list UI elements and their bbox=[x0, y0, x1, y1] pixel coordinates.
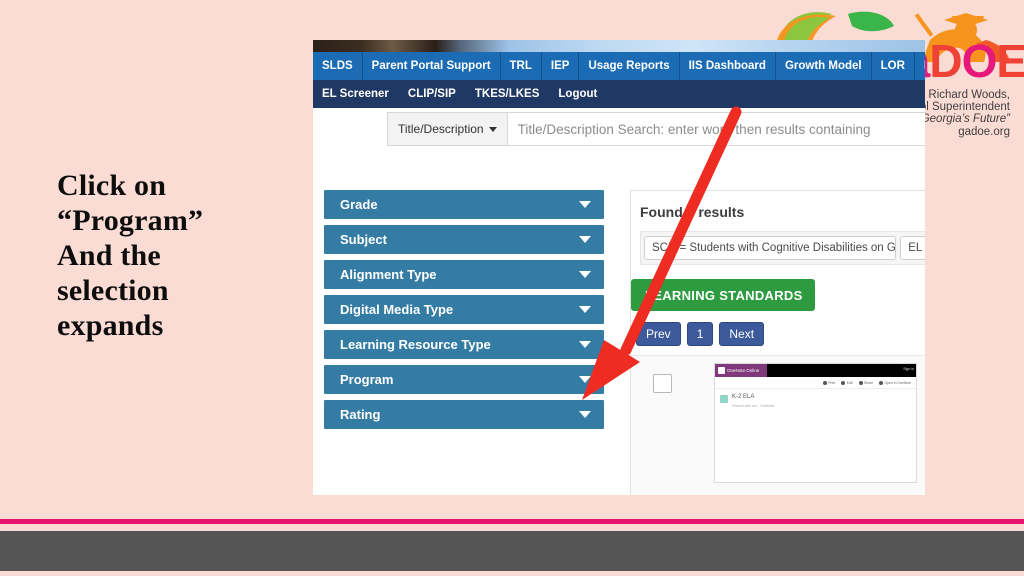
pagination-next-button[interactable]: Next bbox=[719, 322, 765, 346]
nav-item-tkes-lkes[interactable]: TKES/LKES bbox=[466, 80, 550, 108]
primary-navbar: SLDS Parent Portal Support TRL IEP Usage… bbox=[313, 52, 925, 80]
onenote-brand-label: OneNote Online bbox=[727, 368, 760, 373]
pagination-prev-button[interactable]: Prev bbox=[636, 322, 681, 346]
learning-standards-button[interactable]: LEARNING STANDARDS bbox=[631, 279, 831, 311]
chevron-down-icon bbox=[579, 271, 591, 278]
thumbnail-ribbon: Print Edit Share Open in OneNote bbox=[715, 377, 916, 388]
search-scope-label: Title/Description bbox=[398, 122, 484, 136]
filter-tag-label: EL bbox=[908, 242, 923, 254]
pagination-page-1-button[interactable]: 1 bbox=[686, 322, 714, 346]
nav-item-logout[interactable]: Logout bbox=[549, 80, 608, 108]
sidebar-item-rating[interactable]: Rating bbox=[324, 400, 604, 429]
thumbnail-signin-link: Sign in bbox=[903, 367, 914, 371]
application-window: SLDS Parent Portal Support TRL IEP Usage… bbox=[313, 40, 925, 495]
open-icon bbox=[879, 380, 884, 385]
sidebar-item-digital-media-type[interactable]: Digital Media Type bbox=[324, 295, 604, 324]
nav-item-growth-model[interactable]: Growth Model bbox=[776, 52, 872, 80]
learning-standards-label: LEARNING STANDARDS bbox=[645, 287, 803, 303]
ribbon-print: Print bbox=[822, 380, 836, 385]
nav-item-trl[interactable]: TRL bbox=[501, 52, 542, 80]
sidebar-item-alignment-type[interactable]: Alignment Type bbox=[324, 260, 604, 289]
result-thumbnail[interactable]: OneNote Online Sign in Print Edit Share … bbox=[714, 363, 917, 483]
sidebar-item-program[interactable]: Program bbox=[324, 365, 604, 394]
wordmark-d: D bbox=[929, 35, 962, 87]
chevron-down-icon bbox=[579, 201, 591, 208]
instruction-line-3: And the bbox=[57, 239, 161, 273]
content-area: Grade Subject Alignment Type Digital Med… bbox=[313, 164, 925, 495]
onenote-brand: OneNote Online bbox=[715, 364, 767, 377]
nav-item-slds[interactable]: SLDS bbox=[313, 52, 363, 80]
instruction-line-5: expands bbox=[57, 309, 164, 343]
chevron-down-icon bbox=[579, 306, 591, 313]
chevron-down-icon bbox=[818, 291, 831, 299]
result-checkbox[interactable] bbox=[653, 374, 672, 393]
thumbnail-title: K-2 ELA bbox=[732, 394, 755, 400]
chevron-down-icon bbox=[579, 411, 591, 418]
filter-tag[interactable]: SCD = Students with Cognitive Disabiliti… bbox=[644, 236, 897, 260]
nav-item-la[interactable]: L A bbox=[915, 52, 925, 80]
instruction-line-4: selection bbox=[57, 274, 169, 308]
chevron-down-icon bbox=[579, 341, 591, 348]
share-icon bbox=[858, 380, 863, 385]
chevron-down-icon bbox=[488, 126, 497, 132]
sidebar-item-label: Grade bbox=[340, 197, 378, 212]
edit-icon bbox=[841, 380, 846, 385]
sidebar-item-label: Learning Resource Type bbox=[340, 337, 491, 352]
ribbon-share: Share bbox=[858, 380, 874, 385]
thumbnail-titlebar: OneNote Online Sign in bbox=[715, 364, 916, 377]
pagination: Prev 1 Next bbox=[636, 322, 765, 346]
sidebar-item-label: Digital Media Type bbox=[340, 302, 454, 317]
page-banner-image bbox=[313, 40, 925, 52]
instruction-line-1: Click on bbox=[57, 169, 167, 202]
results-panel: Found 0 results SCD = Students with Cogn… bbox=[630, 190, 925, 495]
print-icon bbox=[822, 380, 827, 385]
secondary-navbar: EL Screener CLIP/SIP TKES/LKES Logout bbox=[313, 80, 925, 108]
instruction-line-2: “Program” bbox=[57, 204, 204, 238]
nav-item-el-screener[interactable]: EL Screener bbox=[313, 80, 399, 108]
ribbon-label: Share bbox=[864, 380, 874, 385]
sidebar-item-label: Subject bbox=[340, 232, 387, 247]
active-filter-tags: SCD = Students with Cognitive Disabiliti… bbox=[640, 231, 925, 265]
ribbon-label: Edit bbox=[846, 380, 853, 385]
sidebar-item-label: Alignment Type bbox=[340, 267, 437, 282]
search-bar: Title/Description Title/Description Sear… bbox=[387, 112, 925, 146]
slide: Click on “Program” And the selection exp… bbox=[0, 0, 1024, 576]
footer-accent-bar bbox=[0, 519, 1024, 524]
footer-bar bbox=[0, 531, 1024, 571]
result-card[interactable]: OneNote Online Sign in Print Edit Share … bbox=[631, 355, 925, 495]
search-scope-dropdown[interactable]: Title/Description bbox=[387, 112, 507, 146]
search-input[interactable]: Title/Description Search: enter word the… bbox=[506, 112, 925, 146]
ribbon-edit: Edit bbox=[841, 380, 853, 385]
results-count: Found 0 results bbox=[640, 204, 745, 220]
nav-item-iep[interactable]: IEP bbox=[542, 52, 580, 80]
onenote-icon bbox=[718, 367, 725, 374]
notebook-section-icon bbox=[720, 395, 728, 403]
ribbon-label: Open in OneNote bbox=[884, 380, 911, 385]
nav-item-parent-portal-support[interactable]: Parent Portal Support bbox=[363, 52, 501, 80]
sidebar-item-subject[interactable]: Subject bbox=[324, 225, 604, 254]
wordmark-o: O bbox=[961, 35, 998, 87]
filter-tag[interactable]: EL X bbox=[900, 236, 925, 260]
ribbon-open-in-onenote: Open in OneNote bbox=[879, 380, 911, 385]
sidebar-item-label: Program bbox=[340, 372, 394, 387]
sidebar-item-label: Rating bbox=[340, 407, 381, 422]
ribbon-label: Print bbox=[828, 380, 836, 385]
logo-website: gadoe.org bbox=[958, 126, 1010, 138]
filter-tag-label: SCD = Students with Cognitive Disabiliti… bbox=[652, 242, 897, 254]
wordmark-e: E bbox=[996, 35, 1024, 87]
thumbnail-subtitle: Shared with me · OneNote bbox=[732, 404, 775, 408]
sidebar-item-learning-resource-type[interactable]: Learning Resource Type bbox=[324, 330, 604, 359]
instruction-text: Click on “Program” And the selection exp… bbox=[57, 168, 307, 343]
chevron-down-icon bbox=[579, 236, 591, 243]
nav-item-clip-sip[interactable]: CLIP/SIP bbox=[399, 80, 466, 108]
chevron-down-icon bbox=[579, 376, 591, 383]
nav-item-lor[interactable]: LOR bbox=[872, 52, 915, 80]
sidebar-item-grade[interactable]: Grade bbox=[324, 190, 604, 219]
nav-item-iis-dashboard[interactable]: IIS Dashboard bbox=[680, 52, 776, 80]
filter-sidebar: Grade Subject Alignment Type Digital Med… bbox=[324, 190, 604, 435]
nav-item-usage-reports[interactable]: Usage Reports bbox=[579, 52, 680, 80]
thumbnail-body: K-2 ELA Shared with me · OneNote bbox=[715, 388, 916, 482]
